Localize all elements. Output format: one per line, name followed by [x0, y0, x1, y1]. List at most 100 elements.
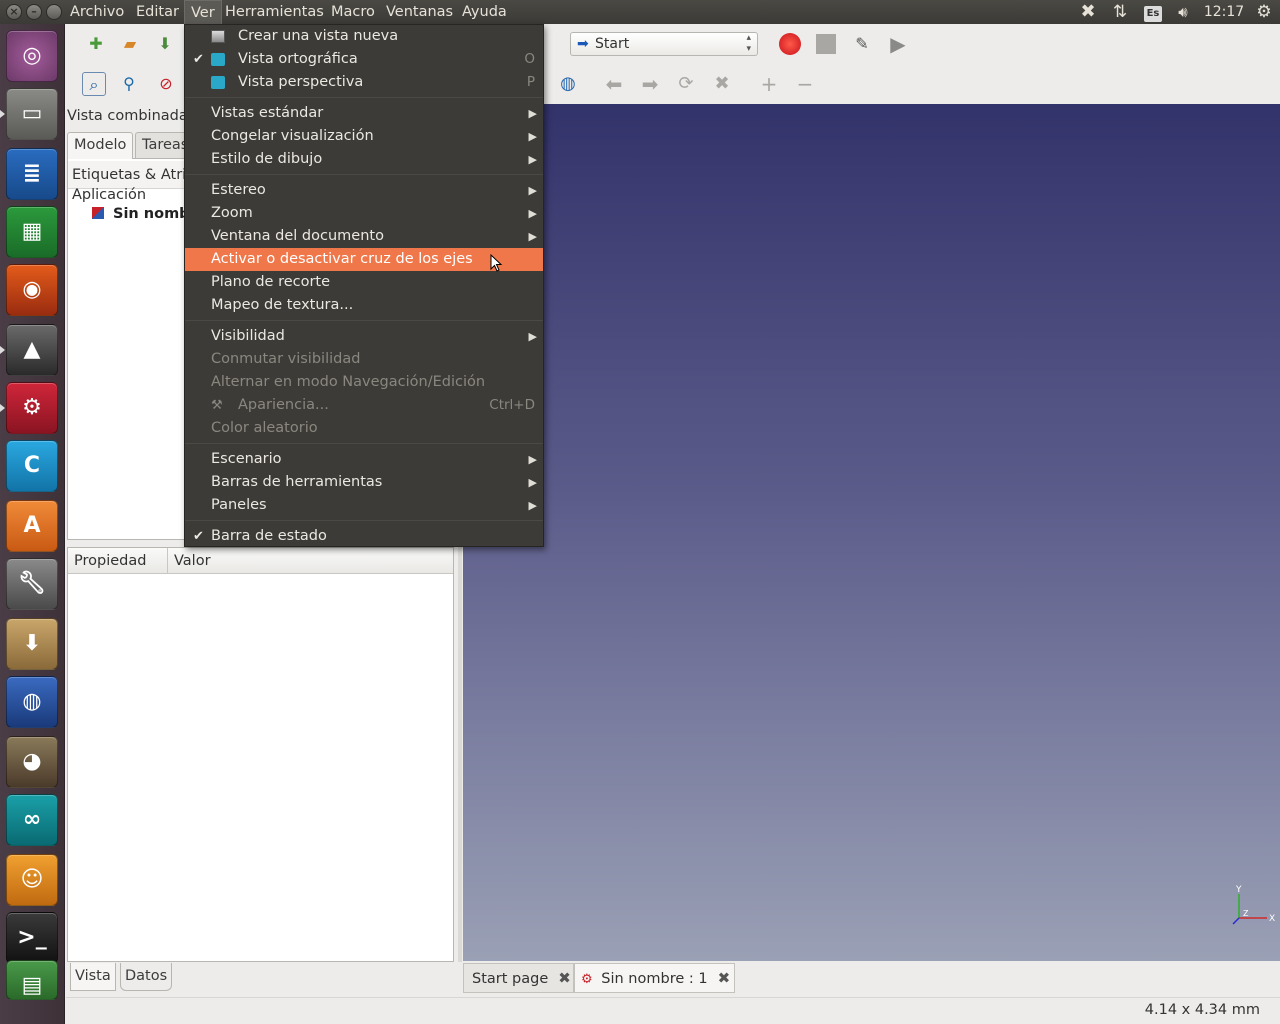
tab-vista[interactable]: Vista: [70, 963, 116, 991]
menu-item-crear-vista[interactable]: Crear una vista nueva: [185, 25, 543, 48]
axis-z-label: Z: [1243, 909, 1249, 918]
draw-style-icon[interactable]: ⊘: [154, 72, 178, 96]
menu-herramientas[interactable]: Herramientas: [219, 0, 330, 24]
cura-icon[interactable]: C: [6, 440, 58, 492]
document-tabs: Start page ✖ ⚙ Sin nombre : 1 ✖: [463, 961, 1280, 994]
maximize-window-button[interactable]: [46, 4, 62, 20]
calc-icon[interactable]: ▦: [6, 206, 58, 258]
close-icon[interactable]: ✖: [558, 969, 571, 987]
freecad-icon[interactable]: ⚙: [6, 382, 58, 434]
tab-datos[interactable]: Datos: [120, 963, 173, 991]
menu-item-barra-estado[interactable]: ✔ Barra de estado: [185, 525, 543, 548]
submenu-arrow-icon: ▶: [528, 130, 537, 143]
play-macro-icon[interactable]: ▶: [886, 32, 910, 56]
arduino-icon[interactable]: ∞: [6, 794, 58, 846]
archive-manager-icon[interactable]: ⬇: [6, 618, 58, 670]
open-folder-icon[interactable]: ▰: [118, 32, 142, 56]
writer-icon[interactable]: ≣: [6, 148, 58, 200]
dropbox-icon[interactable]: ✖: [1076, 0, 1100, 24]
menu-item-estereo[interactable]: Estereo ▶: [185, 179, 543, 202]
menu-item-vista-perspectiva[interactable]: Vista perspectiva P: [185, 71, 543, 94]
menu-item-vistas-estandar[interactable]: Vistas estándar ▶: [185, 102, 543, 125]
fit-all-icon[interactable]: ⌕: [82, 72, 106, 96]
close-icon[interactable]: ✖: [718, 969, 731, 987]
ubuntu-dash-icon[interactable]: ◎: [6, 30, 58, 82]
freecad-doc-icon: ⚙: [581, 972, 593, 987]
menu-item-plano-recorte[interactable]: Plano de recorte: [185, 271, 543, 294]
system-gear-icon[interactable]: ⚙: [1252, 0, 1276, 24]
menu-separator: [185, 443, 543, 444]
menu-item-color-aleatorio[interactable]: Color aleatorio: [185, 417, 543, 440]
tab-modelo[interactable]: Modelo: [67, 132, 134, 159]
value-column-header[interactable]: Valor: [168, 548, 453, 574]
volume-icon[interactable]: 🔊︎: [1170, 0, 1196, 24]
back-arrow-icon[interactable]: ⬅: [602, 72, 626, 96]
submenu-arrow-icon: ▶: [528, 453, 537, 466]
workbench-selector[interactable]: ➡ Start ▴ ▾: [570, 32, 758, 56]
menu-item-paneles[interactable]: Paneles ▶: [185, 494, 543, 517]
menu-item-barras-herramientas[interactable]: Barras de herramientas ▶: [185, 471, 543, 494]
zoom-in-icon[interactable]: +: [757, 72, 781, 96]
stop-loading-icon[interactable]: ✖: [710, 72, 734, 96]
splitter[interactable]: [458, 547, 462, 962]
menu-editar[interactable]: Editar: [130, 0, 185, 24]
menu-separator: [185, 97, 543, 98]
app-icon[interactable]: ▤: [6, 960, 58, 1000]
menu-item-visibilidad[interactable]: Visibilidad ▶: [185, 325, 543, 348]
menu-item-zoom[interactable]: Zoom ▶: [185, 202, 543, 225]
menu-separator: [185, 520, 543, 521]
menu-item-estilo-dibujo[interactable]: Estilo de dibujo ▶: [185, 148, 543, 171]
gimp-icon[interactable]: ◕: [6, 736, 58, 788]
property-editor[interactable]: Propiedad Valor: [67, 547, 454, 962]
scratch-icon[interactable]: ☺: [6, 854, 58, 906]
3d-view[interactable]: Y X Z: [463, 104, 1280, 961]
menu-item-label: Alternar en modo Navegación/Edición: [211, 374, 486, 390]
inkscape-icon[interactable]: ▲: [6, 324, 58, 376]
tree-root-aplicacion[interactable]: Aplicación: [72, 187, 146, 203]
menu-item-cruz-ejes[interactable]: Activar o desactivar cruz de los ejes: [185, 248, 543, 272]
menu-item-congelar[interactable]: Congelar visualización ▶: [185, 125, 543, 148]
stop-macro-button[interactable]: [814, 32, 838, 56]
menu-item-vista-ortografica[interactable]: ✔ Vista ortográfica O: [185, 48, 543, 71]
arrow-right-icon: ➡: [577, 36, 589, 52]
new-document-icon[interactable]: ✚: [84, 32, 108, 56]
files-icon[interactable]: ▭: [6, 88, 58, 140]
menu-item-escenario[interactable]: Escenario ▶: [185, 448, 543, 471]
menu-ver[interactable]: Ver: [184, 0, 222, 24]
software-center-icon[interactable]: A: [6, 500, 58, 552]
firefox-icon[interactable]: ◉: [6, 264, 58, 316]
menu-item-label: Barra de estado: [211, 528, 327, 544]
spin-arrows-icon: ▴ ▾: [746, 33, 751, 54]
clock[interactable]: 12:17: [1202, 0, 1246, 24]
globe-icon[interactable]: ◍: [556, 72, 580, 96]
property-column-header[interactable]: Propiedad: [68, 548, 168, 574]
menu-item-ventana-documento[interactable]: Ventana del documento ▶: [185, 225, 543, 248]
system-settings-icon[interactable]: 🔧︎: [6, 558, 58, 610]
menu-ayuda[interactable]: Ayuda: [456, 0, 513, 24]
menu-item-mapeo-textura[interactable]: Mapeo de textura...: [185, 294, 543, 317]
blender-icon[interactable]: ◍: [6, 676, 58, 728]
edit-macro-icon[interactable]: ✎: [850, 32, 874, 56]
menu-macro[interactable]: Macro: [325, 0, 381, 24]
record-macro-button[interactable]: [778, 32, 802, 56]
menu-item-alternar-modo[interactable]: Alternar en modo Navegación/Edición: [185, 371, 543, 394]
fit-selection-icon[interactable]: ⚲: [117, 72, 141, 96]
record-icon: [779, 33, 801, 55]
forward-arrow-icon[interactable]: ➡: [638, 72, 662, 96]
menu-item-apariencia[interactable]: ⚒ Apariencia... Ctrl+D: [185, 394, 543, 417]
keyboard-layout-indicator[interactable]: Es: [1142, 0, 1164, 24]
close-window-button[interactable]: ×: [6, 4, 22, 20]
refresh-icon[interactable]: ⟳: [674, 72, 698, 96]
zoom-out-icon[interactable]: −: [793, 72, 817, 96]
save-icon[interactable]: ⬇: [153, 32, 177, 56]
menu-archivo[interactable]: Archivo: [64, 0, 130, 24]
tab-start-page[interactable]: Start page ✖: [463, 963, 574, 993]
terminal-icon[interactable]: >_: [6, 912, 58, 964]
menu-item-conmutar-visibilidad[interactable]: Conmutar visibilidad: [185, 348, 543, 371]
tab-sin-nombre[interactable]: ⚙ Sin nombre : 1 ✖: [574, 963, 735, 993]
network-arrows-icon[interactable]: ⇅: [1108, 0, 1132, 24]
keyboard-layout-label: Es: [1144, 6, 1162, 22]
menu-ventanas[interactable]: Ventanas: [380, 0, 459, 24]
minimize-window-button[interactable]: –: [26, 4, 42, 20]
submenu-arrow-icon: ▶: [528, 153, 537, 166]
